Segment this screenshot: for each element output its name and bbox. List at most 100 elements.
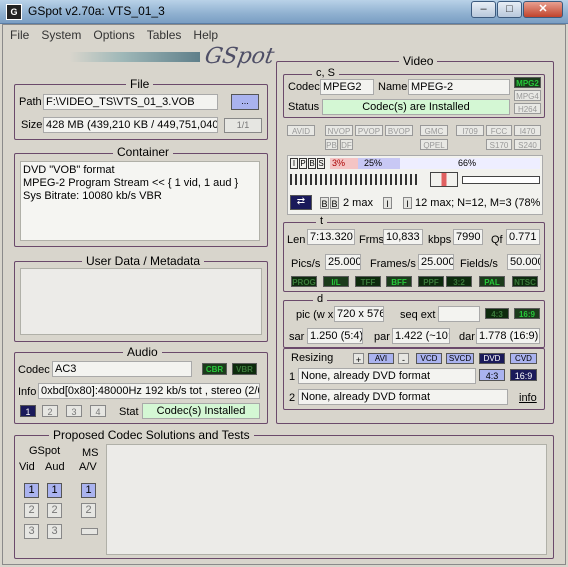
minimize-button[interactable]: –: [471, 1, 496, 18]
aspect-16-9-flag: 16:9: [514, 308, 540, 319]
ms-test-2-button[interactable]: 2: [81, 503, 96, 518]
ntsc-flag: NTSC: [512, 276, 538, 287]
bframe-b-icon: B: [320, 197, 329, 209]
audio-stream-tab-4[interactable]: 4: [90, 405, 106, 417]
pics-field: 25.000: [325, 254, 361, 270]
aud-test-2-button[interactable]: 2: [47, 503, 62, 518]
svcd-button[interactable]: SVCD: [446, 353, 474, 364]
aud-test-1-button[interactable]: 1: [47, 483, 62, 498]
cvd-button[interactable]: CVD: [510, 353, 537, 364]
df-flag: DF: [340, 139, 353, 150]
size-label: Size: [21, 119, 43, 131]
gop-structure: 12 max; N=12, M=3 (78%: [415, 197, 541, 209]
pics-label: Pics/s: [291, 258, 321, 270]
container-info-box: DVD "VOB" format MPEG-2 Program Stream <…: [20, 161, 260, 241]
menu-system[interactable]: System: [41, 28, 81, 42]
ms-label: MS: [82, 447, 99, 459]
menu-file[interactable]: File: [10, 28, 29, 42]
menu-tables[interactable]: Tables: [147, 28, 182, 42]
resize-1-field: None, already DVD format: [298, 368, 476, 384]
kbps-field: 7990: [453, 229, 483, 245]
tff-flag: TFF: [355, 276, 381, 287]
userdata-box: [20, 268, 262, 335]
aud-test-3-button[interactable]: 3: [47, 524, 62, 539]
frms-field: 10,833: [383, 229, 423, 245]
remove-button[interactable]: -: [398, 353, 409, 365]
prog-flag: PROG: [291, 276, 317, 287]
b-frame-percent: 66%: [400, 158, 540, 169]
fcc-flag: FCC: [486, 125, 512, 136]
audio-stat-label: Stat: [119, 406, 139, 418]
gop-icon-button[interactable]: ⇄: [290, 195, 312, 210]
pb-flag: PB: [325, 139, 338, 150]
proposed-group-title: Proposed Codec Solutions and Tests: [49, 428, 254, 442]
info-link[interactable]: info: [519, 392, 537, 404]
audio-stream-tab-3[interactable]: 3: [66, 405, 82, 417]
ppf-flag: PPF: [418, 276, 444, 287]
sar-field: 1.250 (5:4): [307, 328, 363, 344]
audio-info-field: 0xbd[0x80]:48000Hz 192 kb/s tot , stereo…: [38, 383, 260, 399]
add-button[interactable]: +: [353, 353, 364, 365]
resize-16-9-button[interactable]: 16:9: [510, 369, 537, 381]
audio-stream-tab-1[interactable]: 1: [20, 405, 36, 417]
window-title: GSpot v2.70a: VTS_01_3: [28, 4, 165, 18]
gop-icon: [430, 172, 458, 187]
vbr-flag: VBR: [232, 363, 257, 375]
h264-flag: H264: [514, 103, 541, 114]
audio-info-label: Info: [18, 386, 37, 398]
gop-i-icon: I: [403, 197, 412, 209]
dvd-button[interactable]: DVD: [479, 353, 505, 364]
p-frame-percent: 25%: [358, 158, 400, 169]
menu-options[interactable]: Options: [93, 28, 134, 42]
max-b-frames: 2 max: [343, 197, 373, 209]
s240-flag: S240: [514, 139, 541, 150]
s-frame-label: S: [317, 158, 325, 169]
resizing-label: Resizing: [291, 352, 334, 364]
close-button[interactable]: ✕: [523, 1, 563, 18]
gop-scroll: [462, 176, 540, 184]
i709-flag: I709: [456, 125, 484, 136]
fields-field: 50.000: [507, 254, 541, 270]
resize-4-3-button[interactable]: 4:3: [479, 369, 505, 381]
pic-label: pic (w x: [296, 309, 334, 321]
mpg2-flag: MPG2: [514, 77, 541, 88]
ms-test-1-button[interactable]: 1: [81, 483, 96, 498]
avi-button[interactable]: AVI: [368, 353, 394, 364]
vid-test-1-button[interactable]: 1: [24, 483, 39, 498]
video-status-field: Codec(s) are Installed: [322, 99, 510, 115]
gspot-label: GSpot: [29, 445, 61, 457]
audio-stream-tab-2[interactable]: 2: [42, 405, 58, 417]
vid-test-2-button[interactable]: 2: [24, 503, 39, 518]
sar-label: sar: [289, 331, 305, 343]
i470-flag: I470: [514, 125, 541, 136]
menu-bar: File System Options Tables Help: [10, 28, 230, 44]
vid-label: Vid: [19, 461, 35, 473]
fields-label: Fields/s: [460, 258, 498, 270]
path-field[interactable]: F:\VIDEO_TS\VTS_01_3.VOB: [43, 94, 218, 110]
bff-flag: BFF: [386, 276, 412, 287]
browse-button[interactable]: ...: [231, 94, 259, 110]
resize-2-label: 2: [289, 392, 296, 404]
gmc-flag: GMC: [420, 125, 448, 136]
video-name-field: MPEG-2: [408, 79, 510, 95]
pic-field: 720 x 576: [334, 306, 384, 322]
cbr-flag: CBR: [202, 363, 227, 375]
app-icon: G: [6, 4, 22, 20]
vid-test-3-button[interactable]: 3: [24, 524, 39, 539]
vcd-button[interactable]: VCD: [416, 353, 442, 364]
menu-help[interactable]: Help: [193, 28, 218, 42]
size-field: 428 MB (439,210 KB / 449,751,040: [43, 117, 218, 133]
gop-i-icon: I: [383, 197, 392, 209]
timing-subgroup-title: t: [316, 215, 328, 227]
gspot-logo: GSpot: [202, 44, 277, 69]
dar-field: 1.778 (16:9): [476, 328, 540, 344]
audio-codec-label: Codec: [18, 364, 50, 376]
ms-test-3-button[interactable]: [81, 528, 98, 535]
page-indicator[interactable]: 1/1: [224, 118, 262, 133]
i-frame-label: I: [290, 158, 298, 169]
resize-1-label: 1: [289, 371, 296, 383]
maximize-button[interactable]: □: [497, 1, 522, 18]
qf-field: 0.771: [506, 229, 540, 245]
audio-group-title: Audio: [123, 345, 162, 359]
audio-stat-field: Codec(s) Installed: [142, 403, 260, 419]
